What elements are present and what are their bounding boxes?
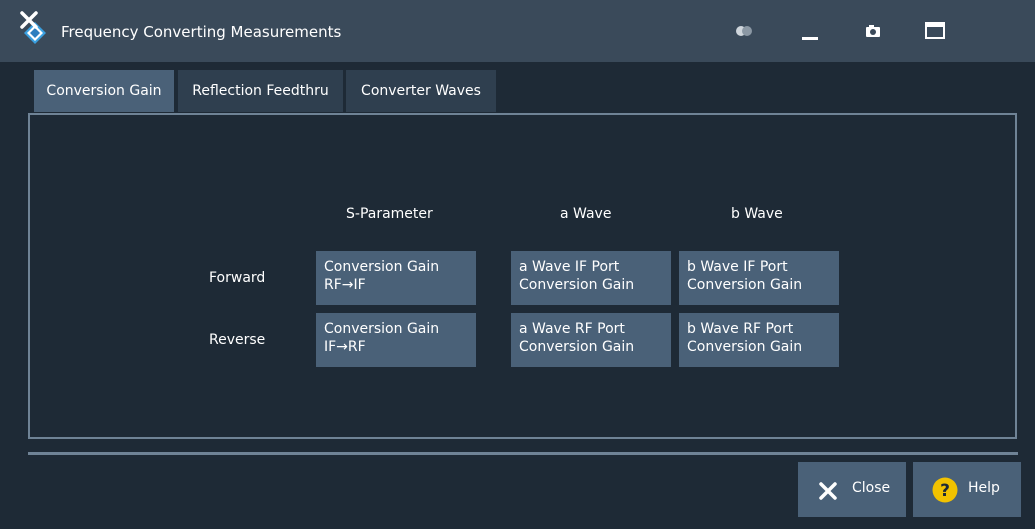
- cell-line-1: a Wave RF Port: [519, 321, 625, 337]
- tab-conversion-gain[interactable]: Conversion Gain: [34, 70, 174, 112]
- column-header-a-wave: a Wave: [560, 206, 612, 222]
- tab-reflection-feedthru[interactable]: Reflection Feedthru: [178, 70, 343, 112]
- row-label-reverse: Reverse: [209, 332, 266, 348]
- title-bar[interactable]: Frequency Converting Measurements: [0, 0, 1035, 62]
- cell-line-2: IF→RF: [324, 339, 366, 355]
- cell-reverse-s-parameter[interactable]: Conversion Gain IF→RF: [316, 313, 476, 367]
- cell-reverse-a-wave[interactable]: a Wave RF Port Conversion Gain: [511, 313, 671, 367]
- cell-reverse-b-wave[interactable]: b Wave RF Port Conversion Gain: [679, 313, 839, 367]
- cell-line-2: Conversion Gain: [519, 339, 635, 355]
- svg-text:?: ?: [940, 481, 950, 501]
- cell-line-2: Conversion Gain: [687, 277, 803, 293]
- help-icon: ?: [932, 477, 958, 503]
- column-header-s-parameter: S-Parameter: [346, 206, 433, 222]
- row-label-forward: Forward: [209, 270, 266, 286]
- help-button-label: Help: [968, 480, 1000, 496]
- cell-line-1: Conversion Gain: [324, 321, 440, 337]
- cell-line-1: a Wave IF Port: [519, 259, 620, 275]
- cell-forward-b-wave[interactable]: b Wave IF Port Conversion Gain: [679, 251, 839, 305]
- cell-forward-a-wave[interactable]: a Wave IF Port Conversion Gain: [511, 251, 671, 305]
- tab-converter-waves[interactable]: Converter Waves: [346, 70, 496, 112]
- maximize-icon[interactable]: [920, 12, 950, 50]
- close-button-label: Close: [852, 480, 891, 496]
- window-title: Frequency Converting Measurements: [61, 23, 342, 41]
- cell-line-1: b Wave IF Port: [687, 259, 788, 275]
- minimize-icon[interactable]: [795, 12, 825, 50]
- cell-line-2: Conversion Gain: [519, 277, 635, 293]
- camera-icon[interactable]: [858, 12, 888, 50]
- cell-forward-s-parameter[interactable]: Conversion Gain RF→IF: [316, 251, 476, 305]
- cell-line-2: RF→IF: [324, 277, 366, 293]
- column-header-b-wave: b Wave: [731, 206, 783, 222]
- cell-line-2: Conversion Gain: [687, 339, 803, 355]
- cell-line-1: b Wave RF Port: [687, 321, 794, 337]
- help-button[interactable]: ? Help: [913, 462, 1021, 517]
- footer-divider: [28, 452, 1018, 455]
- close-x-icon: [819, 482, 837, 500]
- cell-line-1: Conversion Gain: [324, 259, 440, 275]
- close-button[interactable]: Close: [798, 462, 906, 517]
- toggle-icon[interactable]: [730, 12, 760, 50]
